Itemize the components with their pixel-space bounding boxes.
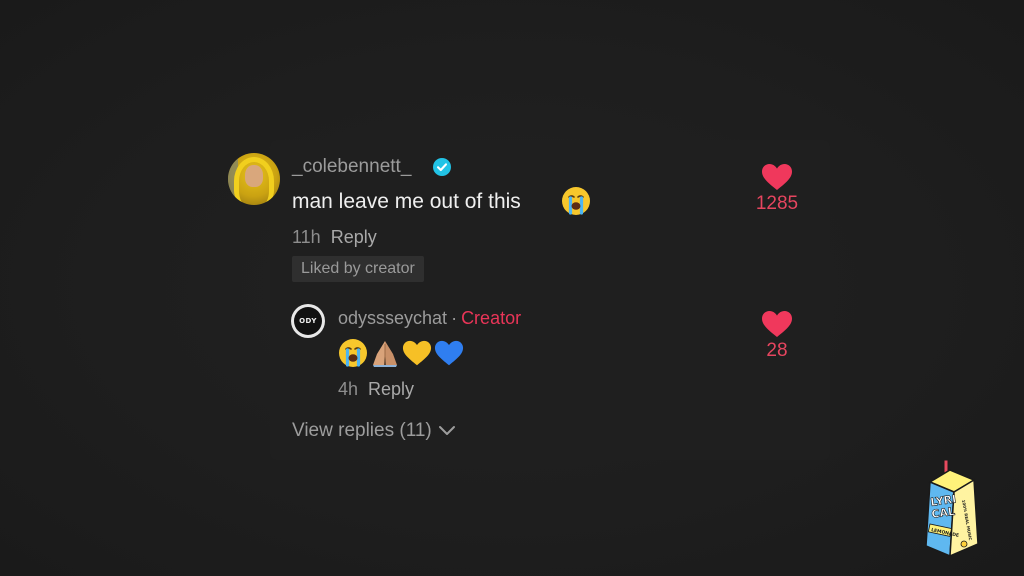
avatar[interactable]: [228, 153, 280, 205]
reply-like-button[interactable]: 28: [747, 310, 807, 362]
reply-header: odyssseychat · Creator: [338, 307, 521, 329]
comment-username[interactable]: _colebennett_: [292, 155, 411, 179]
blue-heart-icon: [434, 340, 464, 366]
comment-time: 11h: [292, 227, 321, 247]
view-replies-label: View replies (11): [292, 420, 432, 441]
avatar-face: [245, 165, 263, 187]
reply-meta: 4h Reply: [338, 378, 414, 400]
comment-text: man leave me out of this: [292, 190, 521, 213]
liked-by-creator-badge: Liked by creator: [292, 256, 424, 282]
view-replies-button[interactable]: View replies (11): [292, 419, 456, 443]
heart-icon: [762, 164, 792, 190]
reply-avatar[interactable]: ODY: [291, 304, 325, 338]
comment-like-count: 1285: [755, 193, 799, 214]
loudly-crying-face-icon: [339, 339, 367, 367]
loudly-crying-face-icon: [562, 187, 590, 215]
reply-reply-button[interactable]: Reply: [368, 379, 414, 399]
reply-separator: ·: [451, 308, 458, 328]
chevron-down-icon: [438, 426, 455, 435]
heart-icon: [762, 311, 792, 337]
reply-avatar-logo: ODY: [294, 307, 322, 335]
folded-hands-icon: [373, 341, 397, 367]
comment-meta: 11h Reply: [292, 226, 377, 248]
lyrical-lemonade-logo: LYRI CAL LEMONADE 100% REAL MUSIC: [925, 460, 979, 558]
screen: _colebennett_ man leave me out of this 1…: [0, 0, 1024, 576]
reply-time: 4h: [338, 379, 359, 399]
creator-label: Creator: [461, 308, 522, 328]
reply-username[interactable]: odyssseychat: [338, 308, 447, 328]
reply-like-count: 28: [766, 340, 788, 361]
comment-like-button[interactable]: 1285: [747, 163, 807, 215]
verified-badge-icon: [433, 158, 451, 176]
reply-emoji-text: [338, 338, 464, 368]
comment-reply-button[interactable]: Reply: [331, 227, 377, 247]
yellow-heart-icon: [402, 340, 432, 366]
